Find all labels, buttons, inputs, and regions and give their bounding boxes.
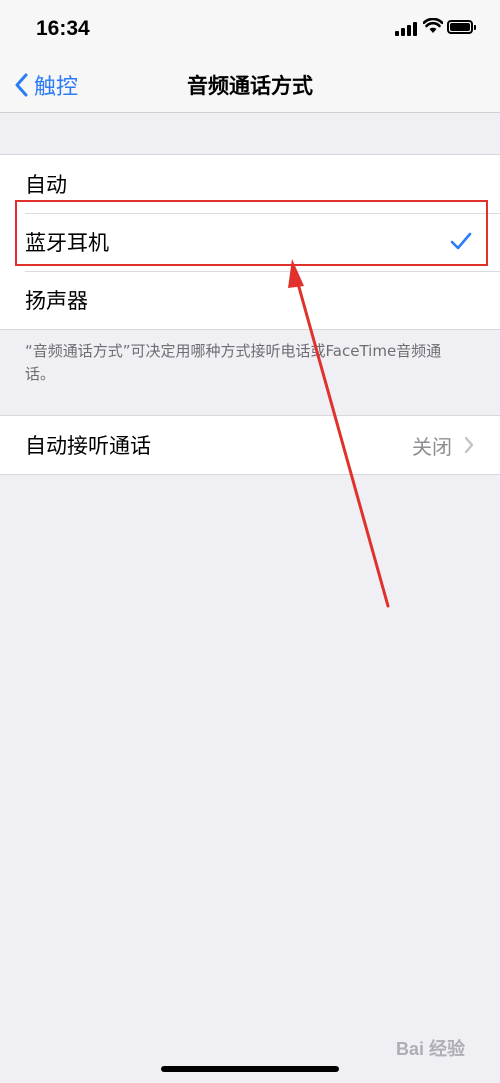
page-title: 音频通话方式 bbox=[187, 74, 313, 98]
option-label: 扬声器 bbox=[25, 289, 88, 313]
option-bluetooth-headset[interactable]: 蓝牙耳机 bbox=[0, 213, 500, 271]
status-bar: 16:34 bbox=[0, 0, 500, 58]
auto-answer-calls-row[interactable]: 自动接听通话 关闭 bbox=[0, 416, 500, 474]
wifi-icon bbox=[423, 18, 443, 33]
cellular-signal-icon bbox=[395, 22, 417, 36]
call-audio-routing-list: 自动 蓝牙耳机 扬声器 bbox=[0, 154, 500, 330]
battery-icon bbox=[447, 20, 476, 34]
auto-answer-group: 自动接听通话 关闭 bbox=[0, 415, 500, 475]
option-automatic[interactable]: 自动 bbox=[0, 155, 500, 213]
status-time: 16:34 bbox=[36, 17, 90, 40]
option-label: 自动 bbox=[25, 173, 67, 197]
checkmark-icon bbox=[450, 232, 472, 250]
auto-answer-value: 关闭 bbox=[412, 434, 452, 459]
navigation-bar: 触控 音频通话方式 bbox=[0, 58, 500, 113]
watermark-logo: Bai 经验 bbox=[396, 1039, 466, 1059]
footer-note: “音频通话方式”可决定用哪种方式接听电话或FaceTime音频通话。 bbox=[25, 342, 442, 383]
auto-answer-label: 自动接听通话 bbox=[25, 434, 151, 458]
chevron-right-icon bbox=[464, 436, 474, 454]
option-speaker[interactable]: 扬声器 bbox=[0, 271, 500, 329]
option-label: 蓝牙耳机 bbox=[25, 231, 109, 255]
home-indicator[interactable] bbox=[161, 1066, 339, 1072]
